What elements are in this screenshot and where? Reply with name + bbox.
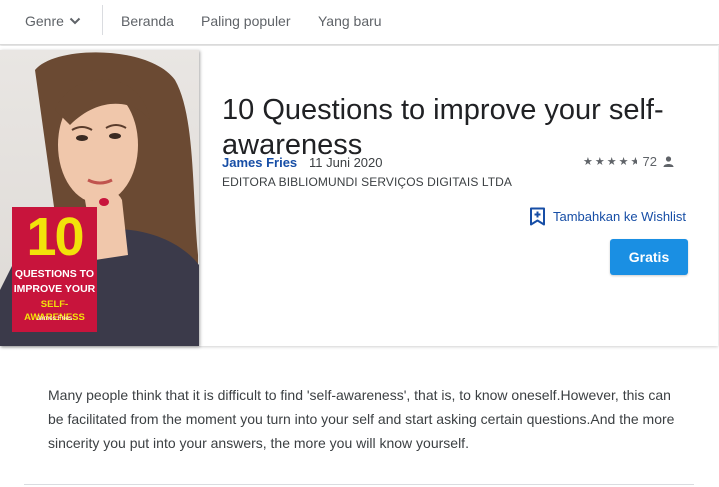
author-link[interactable]: James Fries	[222, 155, 297, 170]
section-divider	[24, 484, 694, 485]
publisher-name: EDITORA BIBLIOMUNDI SERVIÇOS DIGITAIS LT…	[222, 175, 513, 189]
nav-link-yang-baru[interactable]: Yang baru	[318, 13, 382, 29]
book-cover-image[interactable]: 10 QUESTIONS TO IMPROVE YOUR SELF-AWAREN…	[0, 50, 199, 346]
book-detail-card: 10 QUESTIONS TO IMPROVE YOUR SELF-AWAREN…	[0, 46, 718, 346]
star-icon: ★	[618, 155, 629, 168]
book-title: 10 Questions to improve your self-awaren…	[222, 94, 664, 162]
star-half-icon: ★	[630, 155, 637, 168]
nav-link-paling-populer[interactable]: Paling populer	[201, 13, 291, 29]
add-to-wishlist-button[interactable]: Tambahkan ke Wishlist	[529, 207, 686, 226]
person-icon	[663, 156, 674, 167]
cover-line-1: QUESTIONS TO	[14, 268, 95, 280]
chevron-down-icon	[69, 17, 81, 25]
cover-title-badge: 10 QUESTIONS TO IMPROVE YOUR SELF-AWAREN…	[12, 207, 97, 332]
rating-count: 72	[642, 154, 657, 169]
cover-number: 10	[26, 207, 84, 267]
book-description: Many people think that it is difficult t…	[48, 387, 675, 451]
star-icon: ★	[583, 155, 593, 168]
bookmark-add-icon	[530, 207, 545, 226]
rating-summary[interactable]: ★ ★ ★ ★ ★ 72	[583, 154, 674, 169]
get-free-button[interactable]: Gratis	[610, 239, 688, 275]
cover-line-2: IMPROVE YOUR	[13, 283, 96, 295]
genre-dropdown[interactable]: Genre	[25, 13, 82, 29]
star-icon: ★	[594, 155, 605, 168]
nav-link-beranda[interactable]: Beranda	[121, 13, 174, 29]
top-navigation: Genre Beranda Paling populer Yang baru	[0, 0, 719, 45]
cover-author: James Fries	[36, 315, 73, 322]
wishlist-label: Tambahkan ke Wishlist	[553, 209, 686, 224]
genre-label: Genre	[25, 13, 64, 29]
nav-divider	[102, 5, 103, 35]
star-icon: ★	[606, 155, 617, 168]
publish-date: 11 Juni 2020	[309, 155, 383, 170]
